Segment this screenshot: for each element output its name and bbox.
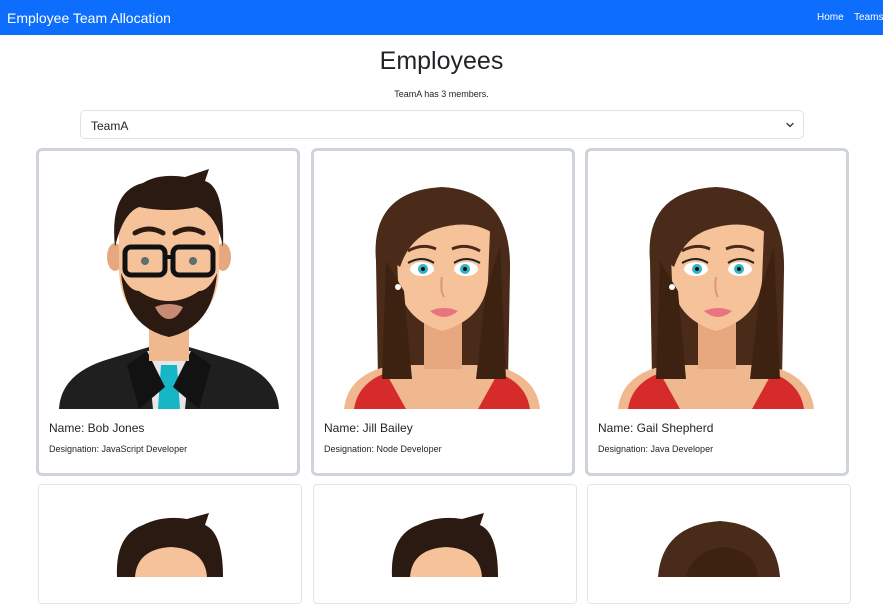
male-avatar [116, 513, 223, 577]
navbar: Employee Team Allocation Home Teams [0, 0, 883, 35]
employee-card[interactable]: Name: Bob Jones Designation: JavaScript … [36, 148, 300, 476]
female-avatar [658, 521, 780, 577]
employee-name: Name: Bob Jones [49, 421, 145, 435]
team-select[interactable]: TeamA [80, 110, 804, 139]
employee-card[interactable] [38, 484, 302, 604]
navbar-brand[interactable]: Employee Team Allocation [7, 10, 171, 26]
team-members-count: TeamA has 3 members. [394, 89, 489, 99]
employee-card[interactable]: Name: Gail Shepherd Designation: Java De… [585, 148, 849, 476]
employee-name: Name: Gail Shepherd [598, 421, 714, 435]
team-select-value: TeamA [91, 119, 129, 133]
nav-link-teams[interactable]: Teams [854, 12, 883, 24]
male-avatar-glasses-beard [59, 169, 279, 409]
employee-designation: Designation: Java Developer [598, 444, 714, 454]
employee-name: Name: Jill Bailey [324, 421, 413, 435]
page-title: Employees [379, 47, 504, 75]
nav-link-home[interactable]: Home [817, 12, 844, 24]
male-avatar [391, 513, 498, 577]
employee-designation: Designation: JavaScript Developer [49, 444, 188, 454]
chevron-down-icon [786, 122, 794, 128]
female-avatar [344, 187, 540, 409]
female-avatar [618, 187, 814, 409]
employee-card[interactable]: Name: Jill Bailey Designation: Node Deve… [311, 148, 575, 476]
employee-designation: Designation: Node Developer [324, 444, 442, 454]
employee-card[interactable] [587, 484, 851, 604]
employee-card[interactable] [313, 484, 577, 604]
